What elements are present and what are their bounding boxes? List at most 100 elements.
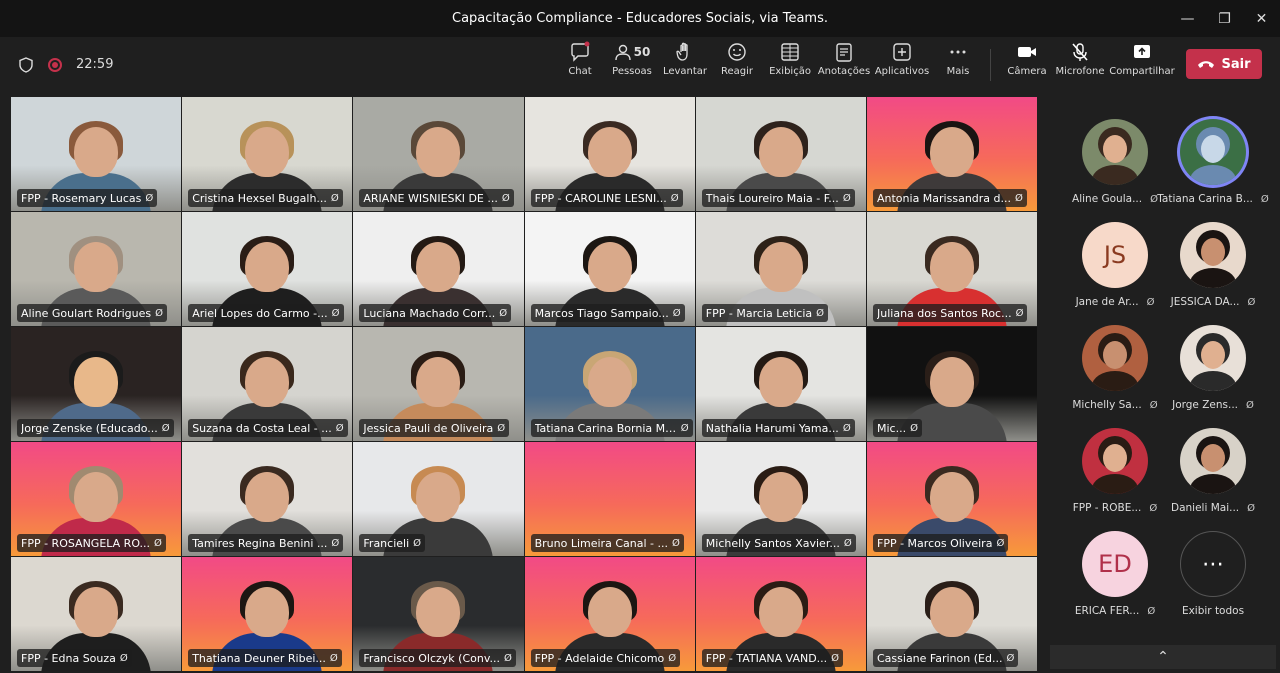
participant-name: FPP - Marcia Leticia [705,306,813,320]
video-tile[interactable]: Francisco Olczyk (Conv... Ø [353,557,524,671]
video-tile[interactable]: Nathalia Harumi Yama... Ø [695,327,866,441]
mic-muted-icon: Ø [330,192,339,204]
rail-participant[interactable]: Jorge Zens... Ø [1158,320,1268,420]
video-tile[interactable]: Ariel Lopes do Carmo -... Ø [182,212,353,326]
share-button[interactable]: Compartilhar [1109,41,1175,89]
participant-name-tag: Suzana da Costa Leal - ... Ø [188,419,348,437]
avatar-face [1201,135,1225,163]
more-button[interactable]: Mais [946,41,970,89]
video-tile[interactable]: FPP - Rosemary Lucas Ø [11,97,182,211]
video-tile[interactable]: Cristina Hexsel Bugalh... Ø [182,97,353,211]
apps-button[interactable]: Aplicativos [874,41,930,89]
participant-name: Cristina Hexsel Bugalh... [192,191,327,205]
people-button[interactable]: 50 Pessoas [612,41,652,89]
participant-name-tag: Tamires Regina Benini ... Ø [188,534,344,552]
video-tile[interactable]: Luciana Machado Corr... Ø [353,212,524,326]
mic-muted-icon: Ø [672,307,681,319]
participant-name-tag: Marcos Tiago Sampaio... Ø [530,304,685,322]
mic-muted-icon: Ø [329,652,338,664]
avatar-body [1190,474,1236,494]
video-tile[interactable]: Tatiana Carina Bornia Mu... Ø [524,327,695,441]
avatar: ED [1082,531,1148,597]
expand-rail-button[interactable]: ⌃ [1050,645,1276,669]
rail-participant-name: Michelly Sa... [1072,399,1142,411]
video-tile[interactable]: Aline Goulart Rodrigues Ø [11,212,182,326]
video-tile[interactable]: FPP - Adelaide Chicomo Ø [524,557,695,671]
rail-participant[interactable]: Danieli Mai... Ø [1158,423,1268,523]
rail-participant[interactable]: Aline Goula... Ø [1060,114,1170,214]
rail-participant[interactable]: JS Jane de Ar... Ø [1060,217,1170,317]
video-tile[interactable]: Suzana da Costa Leal - ... Ø [182,327,353,441]
video-tile[interactable]: Jessica Pauli de Oliveira Ø [353,327,524,441]
recording-icon [48,57,62,72]
video-tile[interactable]: Francieli Ø [353,442,524,556]
minimize-icon[interactable]: — [1169,0,1206,37]
meeting-info: 22:59 [18,37,113,92]
avatar-face [1103,444,1127,472]
show-all-participants[interactable]: ⋯ Exibir todos [1158,526,1268,626]
rail-participant-label: JESSICA DA... Ø [1171,296,1256,308]
raise-hand-button[interactable]: Levantar [663,41,707,89]
video-tile[interactable]: Bruno Limeira Canal - ... Ø [524,442,695,556]
view-button[interactable]: Exibição [769,41,811,89]
participant-name-tag: FPP - TATIANA VAND... Ø [701,649,844,667]
video-tile[interactable]: Tamires Regina Benini ... Ø [182,442,353,556]
more-icon [950,50,966,54]
mic-muted-icon: Ø [842,192,851,204]
video-tile[interactable]: FPP - Edna Souza Ø [11,557,182,671]
video-tile[interactable]: Marcos Tiago Sampaio... Ø [524,212,695,326]
video-tile[interactable]: FPP - ROSANGELA RO... Ø [11,442,182,556]
mic-muted-icon: Ø [1006,652,1015,664]
leave-button[interactable]: Sair [1186,49,1262,79]
participant-name-tag: Francisco Olczyk (Conv... Ø [359,649,516,667]
chevron-up-icon: ⌃ [1157,649,1169,665]
video-tile[interactable]: Cassiane Farinon (Ed... Ø [867,557,1038,671]
video-tile[interactable]: Antonia Marissandra d... Ø [867,97,1038,211]
video-tile[interactable]: Juliana dos Santos Roc... Ø [867,212,1038,326]
participant-name-tag: Francieli Ø [359,534,426,552]
mic-muted-icon: Ø [1015,192,1023,204]
apps-label: Aplicativos [874,66,930,77]
participant-name: Tatiana Carina Bornia Mu... [534,421,677,435]
rail-participant[interactable]: Michelly Sa... Ø [1060,320,1170,420]
avatar-body [1092,474,1138,494]
microphone-button[interactable]: Microfone [1055,41,1105,89]
video-tile[interactable]: Jorge Zenske (Educado... Ø [11,327,182,441]
rail-participant[interactable]: JESSICA DA... Ø [1158,217,1268,317]
video-tile[interactable]: FPP - Marcos Oliveira Ø [867,442,1038,556]
maximize-icon[interactable]: ❐ [1206,0,1243,37]
rail-participant-name: ERICA FER... [1074,605,1140,617]
video-tile[interactable]: FPP - TATIANA VAND... Ø [695,557,866,671]
rail-participant-name: Jorge Zens... [1172,399,1239,411]
video-tile[interactable]: Michelly Santos Xavier... Ø [695,442,866,556]
notes-button[interactable]: Anotações [818,41,870,89]
video-tile[interactable]: ARIANE WISNIESKI DE ... Ø [353,97,524,211]
participant-name-tag: Bruno Limeira Canal - ... Ø [530,534,684,552]
shield-icon[interactable] [18,56,34,73]
participant-name-tag: FPP - Marcia Leticia Ø [701,304,828,322]
camera-button[interactable]: Câmera [1007,41,1047,89]
video-tile[interactable]: Thatiana Deuner Ribei... Ø [182,557,353,671]
react-button[interactable]: Reagir [720,41,754,89]
participant-name: FPP - CAROLINE LESNI... [534,191,667,205]
rail-participant-name: FPP - ROBE... [1072,502,1142,514]
video-tile[interactable]: Mic... Ø [867,327,1038,441]
rail-participant[interactable]: Tatiana Carina B... Ø [1157,114,1269,214]
participant-name: Nathalia Harumi Yama... [705,421,839,435]
chat-button[interactable]: Chat [566,41,594,89]
participant-name: Antonia Marissandra d... [877,191,1012,205]
video-tile[interactable]: Thais Loureiro Maia - F... Ø [695,97,866,211]
video-tile[interactable]: FPP - CAROLINE LESNI... Ø [524,97,695,211]
leave-label: Sair [1221,56,1251,72]
video-tile[interactable]: FPP - Marcia Leticia Ø [695,212,866,326]
rail-participant[interactable]: FPP - ROBE... Ø [1060,423,1170,523]
window-title: Capacitação Compliance - Educadores Soci… [452,11,828,26]
rail-participant-label: Danieli Mai... Ø [1171,502,1255,514]
rail-participant[interactable]: ED ERICA FER... Ø [1060,526,1170,626]
close-icon[interactable]: ✕ [1243,0,1280,37]
window-controls: — ❐ ✕ [1169,0,1280,37]
mic-muted-icon: Ø [155,307,163,319]
add-app-icon [893,43,911,61]
avatar [1180,222,1246,288]
avatar-body [1092,371,1138,391]
